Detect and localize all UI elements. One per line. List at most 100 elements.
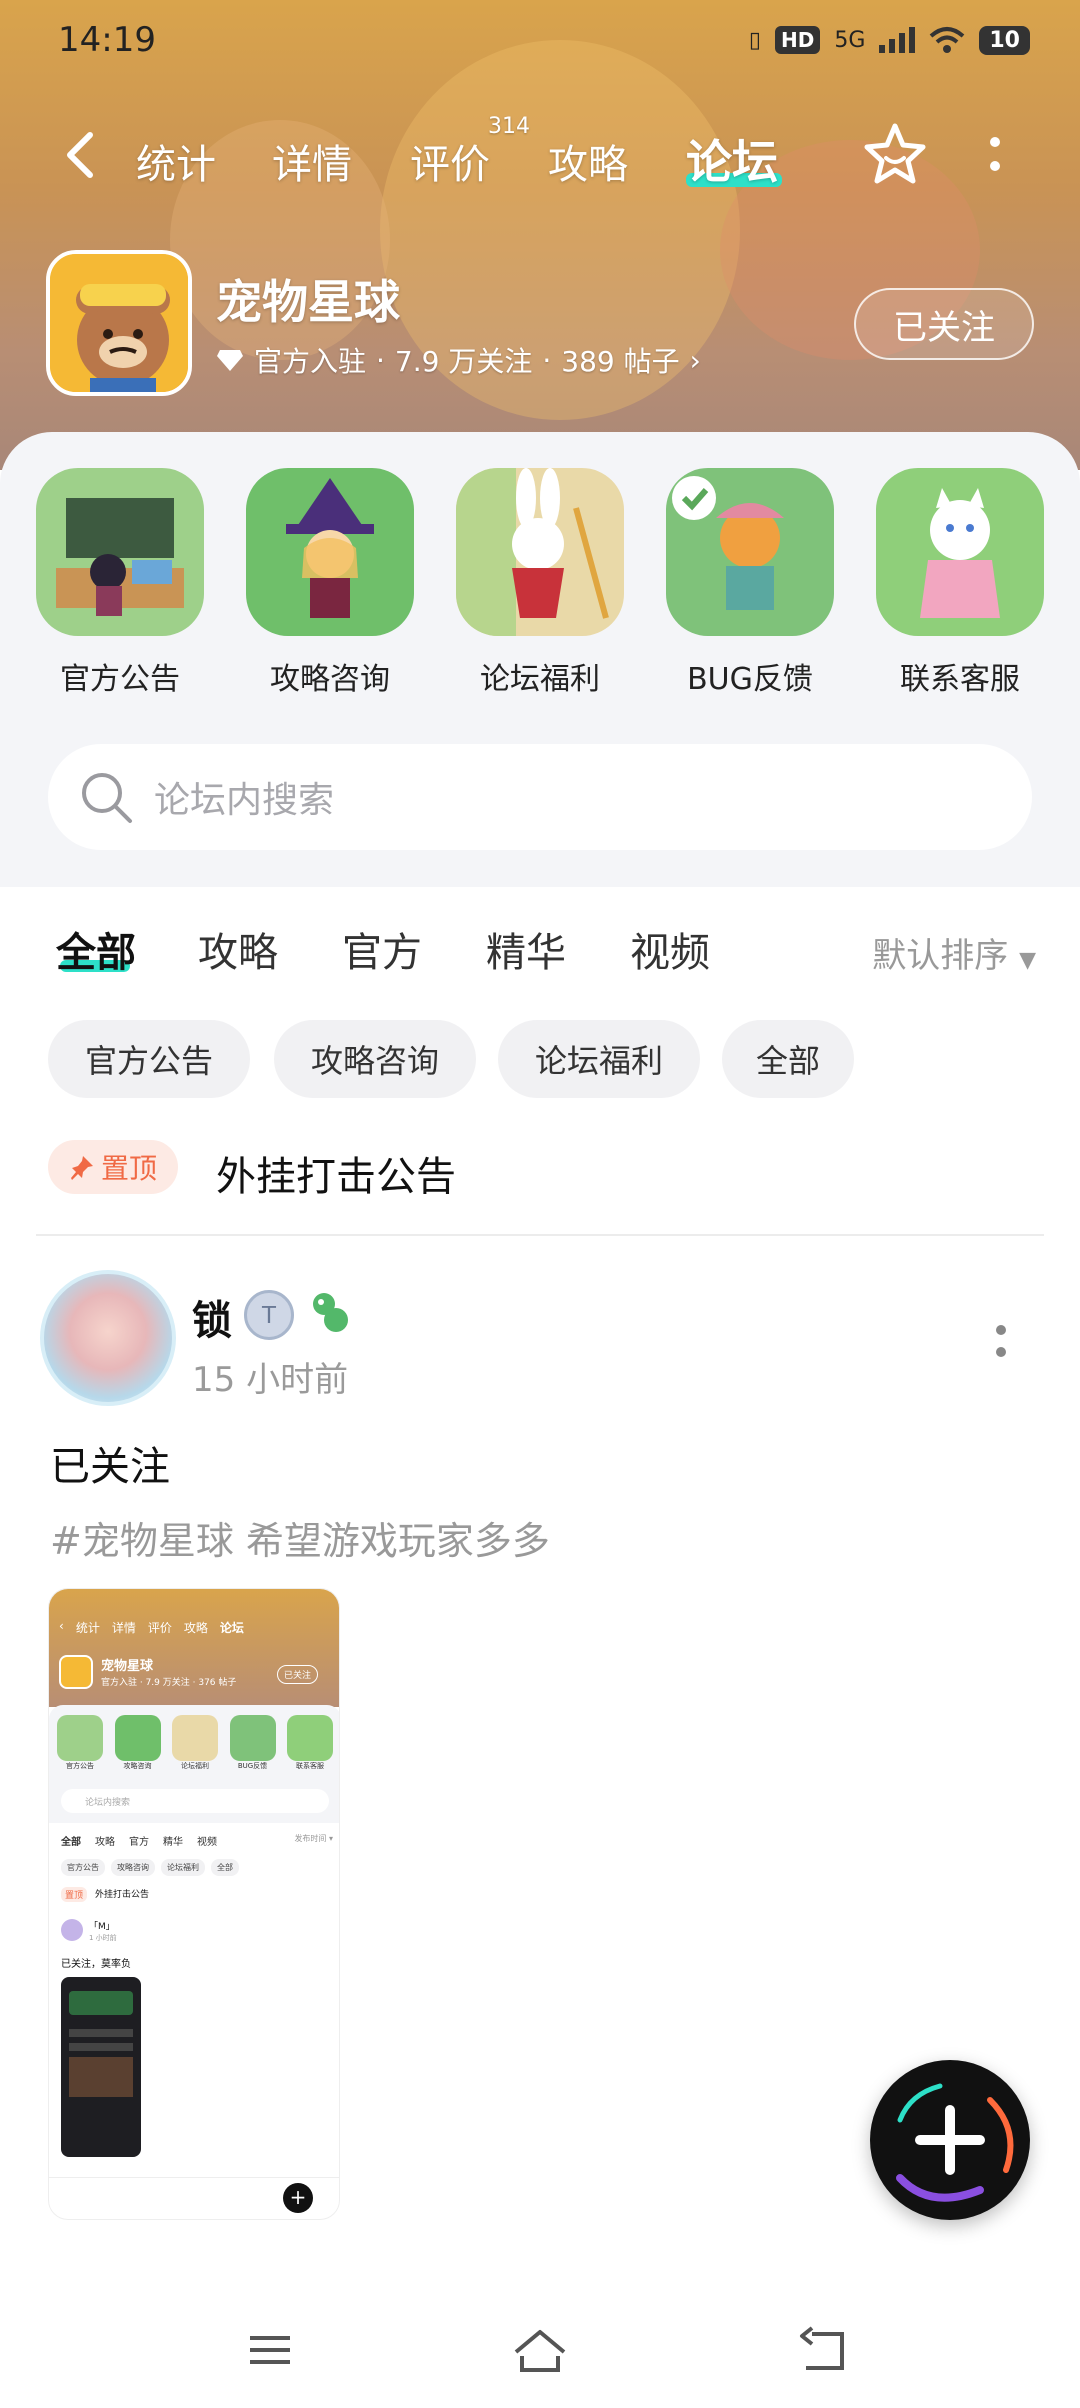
mini-tab: 攻略 <box>183 1621 208 1635</box>
quick-entry-panel: 官方公告 攻略咨询 论坛福利 BUG反馈 联系客服 论坛内搜索 <box>0 432 1080 887</box>
more-vertical-icon[interactable] <box>985 130 1005 180</box>
post-time: 15 小时前 <box>192 1360 349 1400</box>
entry-label: 攻略咨询 <box>270 662 390 697</box>
pinned-badge: 置顶 <box>48 1140 178 1194</box>
entry-official-notice[interactable]: 官方公告 <box>36 468 204 698</box>
feed-tab-all[interactable]: 全部 <box>56 920 136 978</box>
official-label: 官方入驻 <box>254 345 367 378</box>
game-app-icon <box>46 250 192 396</box>
tab-details[interactable]: 详情 <box>272 132 352 190</box>
feed-tab-official[interactable]: 官方 <box>342 920 422 978</box>
pinned-label: 置顶 <box>100 1152 157 1185</box>
battery-icon: 10 <box>979 25 1030 55</box>
mini-author: 「M」 <box>89 1922 115 1932</box>
back-icon[interactable] <box>60 130 100 180</box>
meta-separator: · <box>542 343 552 377</box>
search-icon <box>82 773 132 823</box>
divider <box>36 1234 1044 1236</box>
reviews-count-badge: 314 <box>488 114 530 139</box>
pinned-title: 外挂打击公告 <box>216 1154 456 1200</box>
entry-bug-report[interactable]: BUG反馈 <box>666 468 834 698</box>
mini-game-meta: 官方入驻 · 7.9 万关注 · 376 帖子 <box>101 1678 237 1688</box>
game-title: 宠物星球 <box>216 275 400 329</box>
mini-entry: 论坛福利 <box>172 1715 218 1771</box>
chip-forum-welfare[interactable]: 论坛福利 <box>498 1020 700 1098</box>
feed-tab-videos[interactable]: 视频 <box>630 920 710 978</box>
forum-welfare-icon <box>456 468 624 636</box>
feed-tab-guides[interactable]: 攻略 <box>198 920 278 978</box>
entry-customer-service[interactable]: 联系客服 <box>876 468 1044 698</box>
entry-label: BUG反馈 <box>687 662 813 697</box>
game-info: 宠物星球 官方入驻 · 7.9 万关注 · 389 帖子 › 已关注 <box>46 250 1036 400</box>
post-tags[interactable]: #宠物星球 希望游戏玩家多多 <box>50 1510 550 1565</box>
mini-header <box>49 1589 339 1707</box>
chip-official-notice[interactable]: 官方公告 <box>48 1020 250 1098</box>
entry-forum-welfare[interactable]: 论坛福利 <box>456 468 624 698</box>
mini-entry: 联系客服 <box>287 1715 333 1771</box>
tab-reviews[interactable]: 评价 <box>410 132 490 190</box>
forum-search-input[interactable]: 论坛内搜索 <box>48 744 1032 850</box>
top-nav: 统计 详情 评价 314 攻略 论坛 <box>0 110 1080 200</box>
plus-icon <box>896 2083 1014 2202</box>
signal-5g: 5G <box>834 27 866 53</box>
status-bar: 14:19 ▯ HD 5G 10 <box>0 0 1080 80</box>
followers-count: 7.9 万关注 <box>394 345 533 378</box>
mini-game-title: 宠物星球 <box>101 1659 154 1674</box>
game-header: 14:19 ▯ HD 5G 10 统计 详情 评价 314 攻略 论坛 宠物星球… <box>0 0 1080 470</box>
guide-consult-icon <box>246 468 414 636</box>
signal-icon <box>879 27 916 53</box>
mini-time: 1 小时前 <box>89 1934 117 1942</box>
post-title: 已关注 <box>50 1444 170 1490</box>
wifi-icon <box>930 27 965 53</box>
mini-search: 论坛内搜索 <box>61 1789 329 1813</box>
mini-nav: ‹ 统计 详情 评价 攻略 论坛 <box>59 1619 331 1636</box>
entry-label: 官方公告 <box>60 662 180 697</box>
tab-forum[interactable]: 论坛 <box>686 126 778 192</box>
follow-button[interactable]: 已关注 <box>854 288 1034 360</box>
mini-entries: 官方公告 攻略咨询 论坛福利 BUG反馈 联系客服 <box>57 1715 333 1771</box>
feed-tabs: 全部 攻略 官方 精华 视频 默认排序 ▼ <box>0 920 1080 980</box>
mini-tab: 统计 <box>75 1621 100 1635</box>
customer-service-icon <box>876 468 1044 636</box>
mini-post-title: 已关注，莫率负 <box>61 1959 131 1970</box>
snake-badge-icon <box>313 1293 348 1332</box>
create-post-button[interactable] <box>870 2060 1030 2220</box>
mini-post-image <box>61 1977 141 2157</box>
tab-guides[interactable]: 攻略 <box>548 132 628 190</box>
home-icon[interactable] <box>510 2326 570 2374</box>
mini-avatar <box>61 1919 83 1941</box>
hd-icon: HD <box>774 26 821 54</box>
author-avatar[interactable] <box>40 1270 176 1406</box>
official-notice-icon <box>36 468 204 636</box>
pinned-post[interactable]: 置顶 外挂打击公告 <box>48 1140 1038 1200</box>
bug-report-icon <box>666 468 834 636</box>
mini-game-icon <box>59 1655 93 1689</box>
mini-pinned: 置顶 外挂打击公告 <box>61 1887 149 1902</box>
author-name[interactable]: 锁 <box>192 1288 232 1346</box>
post-more-icon[interactable] <box>994 1322 1008 1362</box>
post-image[interactable]: ‹ 统计 详情 评价 攻略 论坛 宠物星球 官方入驻 · 7.9 万关注 · 3… <box>48 1588 340 2220</box>
feed-tab-featured[interactable]: 精华 <box>486 920 566 978</box>
menu-icon[interactable] <box>246 2326 294 2374</box>
game-meta[interactable]: 官方入驻 · 7.9 万关注 · 389 帖子 › <box>216 340 701 380</box>
back-nav-icon[interactable] <box>798 2326 850 2374</box>
chip-all[interactable]: 全部 <box>722 1020 854 1098</box>
favorite-star-icon[interactable] <box>860 120 930 190</box>
chip-guide-consult[interactable]: 攻略咨询 <box>274 1020 476 1098</box>
pin-icon <box>70 1156 93 1180</box>
entry-label: 论坛福利 <box>480 662 600 697</box>
mini-entry: BUG反馈 <box>229 1715 276 1771</box>
mini-follow: 已关注 <box>277 1665 319 1684</box>
meta-separator: · <box>376 343 385 377</box>
entry-label: 联系客服 <box>900 662 1020 697</box>
sort-dropdown[interactable]: 默认排序 ▼ <box>872 928 1036 977</box>
tab-stats[interactable]: 统计 <box>136 132 216 190</box>
caret-down-icon: ▼ <box>1019 948 1036 973</box>
mini-feed-tabs: 全部 攻略 官方 精华 视频 发布时间 ▾ <box>61 1834 333 1848</box>
mini-tab: 评价 <box>147 1621 172 1635</box>
status-time: 14:19 <box>58 20 156 60</box>
chevron-right-icon: › <box>689 343 701 377</box>
mini-tab: 论坛 <box>219 1621 244 1635</box>
svg-text:T: T <box>261 1303 277 1329</box>
entry-guide-consult[interactable]: 攻略咨询 <box>246 468 414 698</box>
